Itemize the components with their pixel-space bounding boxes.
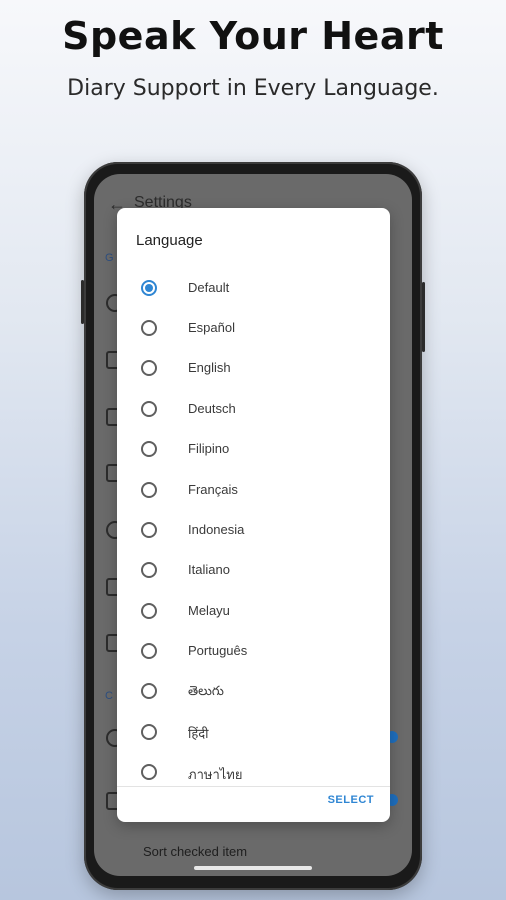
radio-button[interactable] xyxy=(141,401,157,417)
language-option[interactable]: Italiano xyxy=(117,550,390,590)
radio-button[interactable] xyxy=(141,724,157,740)
language-option[interactable]: Default xyxy=(117,268,390,308)
language-option[interactable]: Deutsch xyxy=(117,389,390,429)
language-option-label: Indonesia xyxy=(188,522,245,537)
language-options-list[interactable]: Default Español English Deutsch Filipino… xyxy=(117,268,390,786)
radio-button[interactable] xyxy=(141,643,157,659)
sort-checked-item-label[interactable]: Sort checked item xyxy=(143,844,247,859)
language-option-label: తెలుగు xyxy=(188,683,224,698)
dialog-title: Language xyxy=(136,232,203,249)
language-option-label: ภาษาไทย xyxy=(188,767,243,782)
language-dialog: Language Default Español English Deutsch… xyxy=(117,208,390,822)
language-option-label: Melayu xyxy=(188,603,230,618)
phone-power-button xyxy=(422,282,425,352)
language-option[interactable]: తెలుగు xyxy=(117,671,390,711)
phone-side-button xyxy=(81,280,84,324)
language-option[interactable]: Español xyxy=(117,308,390,348)
language-option-label: Default xyxy=(188,280,230,295)
language-option-label: Deutsch xyxy=(188,401,236,416)
radio-button[interactable] xyxy=(141,441,157,457)
language-option[interactable]: English xyxy=(117,348,390,388)
language-option[interactable]: ภาษาไทย xyxy=(117,752,390,786)
language-option-label: Français xyxy=(188,482,238,497)
radio-button[interactable] xyxy=(141,764,157,780)
radio-button[interactable] xyxy=(141,683,157,699)
select-button[interactable]: SELECT xyxy=(328,794,374,806)
dialog-divider xyxy=(117,786,390,787)
language-option-label: Filipino xyxy=(188,441,230,456)
radio-button[interactable] xyxy=(141,482,157,498)
language-option[interactable]: Filipino xyxy=(117,429,390,469)
language-option-label: हिंदी xyxy=(188,726,209,741)
language-option[interactable]: हिंदी xyxy=(117,712,390,752)
radio-button[interactable] xyxy=(141,522,157,538)
promo-subheadline: Diary Support in Every Language. xyxy=(67,76,439,101)
language-option[interactable]: Português xyxy=(117,631,390,671)
radio-button[interactable] xyxy=(141,562,157,578)
language-option-label: Español xyxy=(188,320,235,335)
language-option-label: Português xyxy=(188,643,248,658)
language-option-label: English xyxy=(188,360,231,375)
language-option[interactable]: Melayu xyxy=(117,591,390,631)
radio-button[interactable] xyxy=(141,360,157,376)
section-header-icon: G xyxy=(105,252,114,264)
section-header-icon: C xyxy=(105,690,113,702)
promo-headline: Speak Your Heart xyxy=(62,14,444,58)
home-indicator[interactable] xyxy=(194,866,312,870)
language-option[interactable]: Français xyxy=(117,470,390,510)
radio-button[interactable] xyxy=(141,320,157,336)
language-option[interactable]: Indonesia xyxy=(117,510,390,550)
language-option-label: Italiano xyxy=(188,562,230,577)
radio-button[interactable] xyxy=(141,603,157,619)
radio-button-checked[interactable] xyxy=(141,280,157,296)
